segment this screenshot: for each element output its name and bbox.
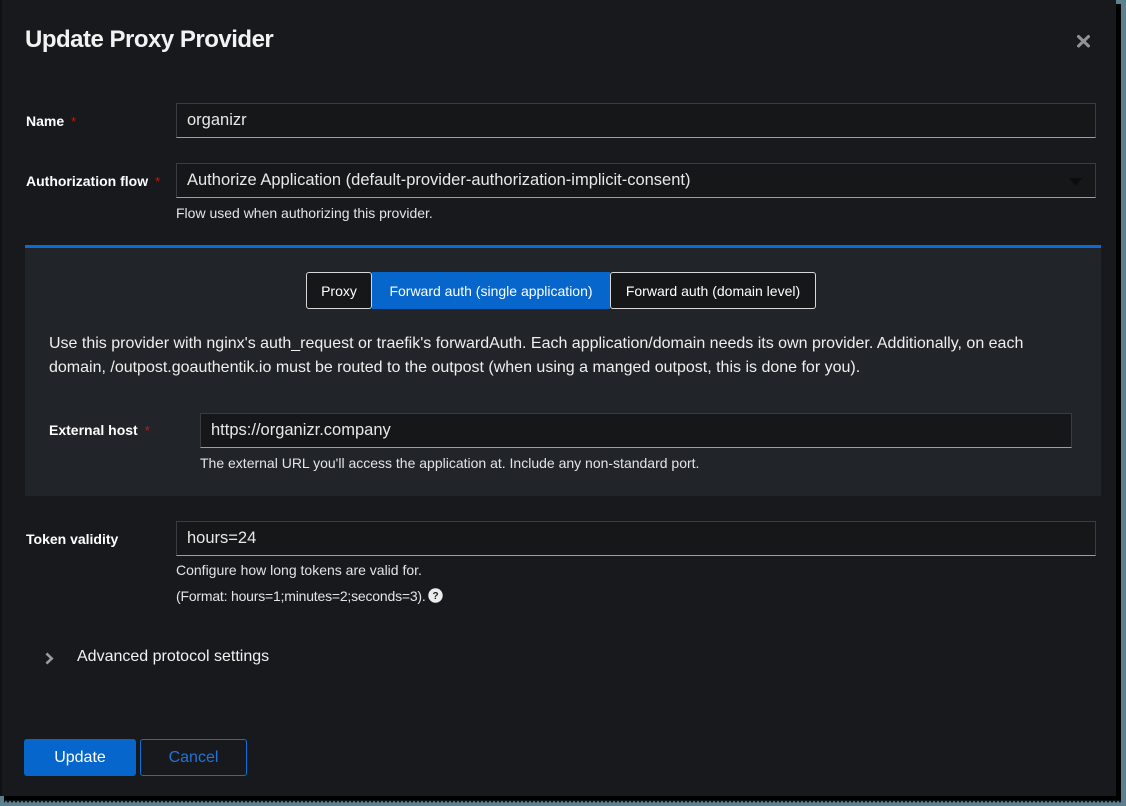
svg-text:?: ? [432,591,438,602]
